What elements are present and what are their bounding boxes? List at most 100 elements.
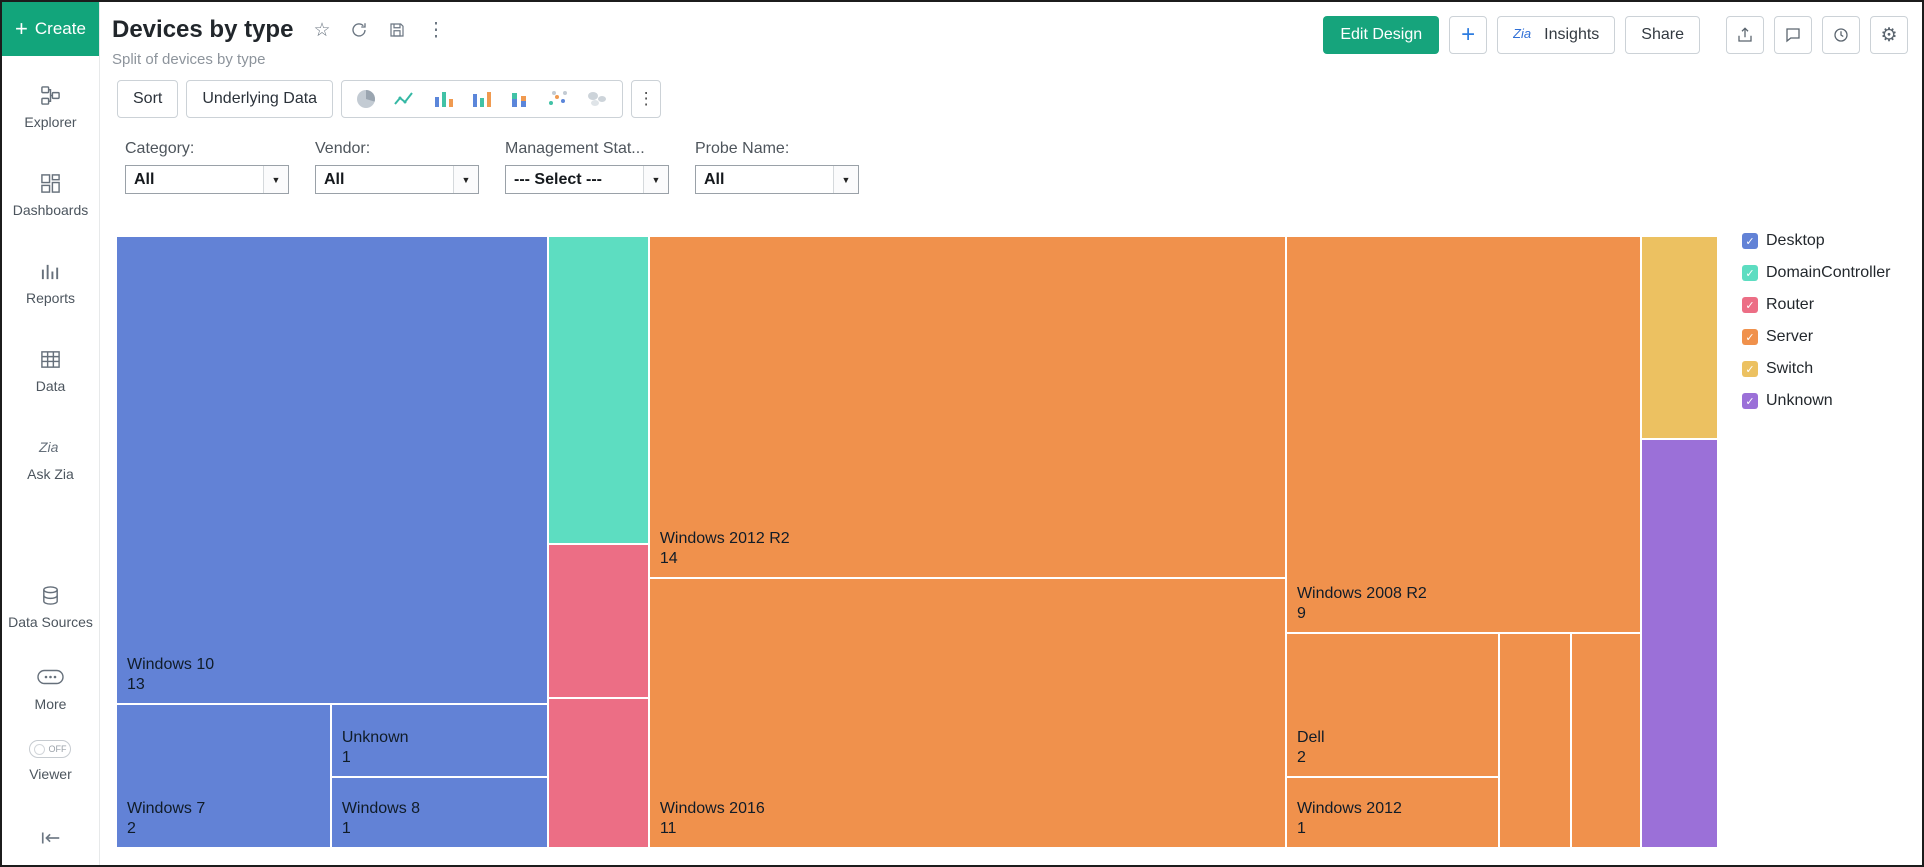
save-icon[interactable] <box>388 21 406 39</box>
collapse-sidebar-button[interactable] <box>40 827 62 849</box>
comments-button[interactable] <box>1774 16 1812 54</box>
clock-history-icon <box>1834 28 1848 42</box>
sidebar-item-data-sources[interactable]: Data Sources <box>8 584 93 632</box>
legend-label: Switch <box>1766 360 1814 377</box>
legend-checkbox[interactable]: ✓ <box>1742 233 1758 249</box>
stacked-bar-chart-icon[interactable] <box>509 89 531 109</box>
create-button-label: Create <box>34 19 86 38</box>
legend-item[interactable]: ✓ Unknown <box>1742 392 1920 410</box>
treemap-cell[interactable]: Windows 72 <box>116 704 331 848</box>
legend-checkbox[interactable]: ✓ <box>1742 265 1758 281</box>
chevron-down-icon: ▼ <box>833 166 858 193</box>
legend-item[interactable]: ✓ Desktop <box>1742 232 1920 250</box>
app-window: + Create Explorer Dashboards Reports Dat… <box>0 0 1924 867</box>
filter-category: Category: All ▼ <box>125 140 289 194</box>
refresh-icon[interactable] <box>350 21 368 39</box>
treemap-cell-label: Unknown 1 <box>341 728 409 766</box>
create-button[interactable]: + Create <box>2 2 99 56</box>
treemap-cell[interactable]: Dell 2 <box>1285 632 1500 777</box>
treemap-cell[interactable]: Windows 2008 R2 9 <box>1285 236 1641 633</box>
filter-label: Vendor: <box>315 140 371 157</box>
treemap-cell[interactable] <box>1640 236 1718 439</box>
treemap-cell[interactable]: Windows 2016 11 <box>648 577 1286 848</box>
sidebar-item-label: More <box>34 696 67 712</box>
filter-management-status: Management Stat... --- Select --- ▼ <box>505 140 669 194</box>
pie-chart-icon[interactable] <box>355 88 377 110</box>
settings-button[interactable]: ⚙ <box>1870 16 1908 54</box>
legend-checkbox[interactable]: ✓ <box>1742 329 1758 345</box>
insights-button[interactable]: Zia Insights <box>1497 16 1616 54</box>
more-options-kebab-icon[interactable]: ⋮ <box>426 21 445 40</box>
treemap-cell[interactable] <box>548 236 649 545</box>
select-value: All <box>134 170 155 188</box>
treemap-cell[interactable]: Windows 2012 R2 14 <box>648 236 1286 578</box>
legend-label: DomainController <box>1766 264 1891 281</box>
edit-design-button[interactable]: Edit Design <box>1323 16 1440 54</box>
insights-button-label: Insights <box>1544 26 1600 43</box>
sidebar-nav: Explorer Dashboards Reports Data Zia Ask… <box>2 56 99 865</box>
line-chart-icon[interactable] <box>393 89 417 109</box>
add-new-button[interactable]: + <box>1449 16 1488 54</box>
explorer-icon <box>40 84 61 106</box>
sort-button[interactable]: Sort <box>117 80 179 118</box>
sidebar-item-dashboards[interactable]: Dashboards <box>12 172 89 220</box>
treemap-cell[interactable]: Unknown 1 <box>330 704 549 777</box>
sidebar-item-ask-zia[interactable]: Zia Ask Zia <box>27 436 74 484</box>
legend-label: Router <box>1766 296 1815 313</box>
more-chart-types-kebab-icon[interactable]: ⋮ <box>631 80 662 118</box>
treemap-cell[interactable] <box>548 544 649 699</box>
legend-item[interactable]: ✓ Server <box>1742 328 1920 346</box>
sidebar-item-explorer[interactable]: Explorer <box>24 84 77 132</box>
report-header: Devices by type ☆ ⋮ Split of devices by … <box>100 2 1922 68</box>
sidebar-item-label: Dashboards <box>12 202 89 218</box>
probe-name-filter-select[interactable]: All ▼ <box>695 165 859 194</box>
vendor-filter-select[interactable]: All ▼ <box>315 165 479 194</box>
chevron-down-icon: ▼ <box>263 166 288 193</box>
filter-label: Probe Name: <box>695 140 790 157</box>
underlying-data-button[interactable]: Underlying Data <box>186 80 334 118</box>
history-button[interactable] <box>1822 16 1860 54</box>
treemap-cell[interactable] <box>1499 632 1571 848</box>
sidebar-item-data[interactable]: Data <box>36 348 65 396</box>
legend-item[interactable]: ✓ DomainController <box>1742 264 1920 282</box>
scatter-chart-icon[interactable] <box>547 89 569 109</box>
column-chart-icon[interactable] <box>471 89 493 109</box>
favorite-star-icon[interactable]: ☆ <box>313 21 330 40</box>
chart-toolbar: Sort Underlying Data ⋮ <box>117 80 1922 118</box>
viewer-toggle[interactable]: OFF <box>29 740 72 758</box>
legend-item[interactable]: ✓ Switch <box>1742 360 1920 378</box>
treemap-cell[interactable] <box>548 698 649 848</box>
filter-vendor: Vendor: All ▼ <box>315 140 479 194</box>
legend-label: Desktop <box>1766 232 1825 249</box>
sidebar-item-more[interactable]: More <box>34 666 67 714</box>
treemap-cell[interactable] <box>1570 632 1641 848</box>
chart-legend: ✓ Desktop ✓ DomainController ✓ Router ✓ Server ✓… <box>1742 232 1920 424</box>
management-status-filter-select[interactable]: --- Select --- ▼ <box>505 165 669 194</box>
legend-checkbox[interactable]: ✓ <box>1742 361 1758 377</box>
treemap-cell[interactable]: Windows 2012 1 <box>1285 776 1500 848</box>
category-filter-select[interactable]: All ▼ <box>125 165 289 194</box>
toggle-knob <box>34 743 46 755</box>
treemap-cell-label: Windows 2016 11 <box>659 799 765 837</box>
title-block: Devices by type ☆ ⋮ Split of devices by … <box>112 16 445 68</box>
map-chart-icon[interactable] <box>585 90 609 108</box>
bar-chart-icon[interactable] <box>433 89 455 109</box>
legend-checkbox[interactable]: ✓ <box>1742 393 1758 409</box>
plus-icon: + <box>1461 21 1476 48</box>
report-subtitle: Split of devices by type <box>112 51 266 68</box>
svg-text:Zia: Zia <box>1513 26 1531 41</box>
treemap-cell[interactable]: Windows 10 13 <box>116 236 549 705</box>
zia-icon: Zia <box>37 436 65 458</box>
treemap-cell[interactable] <box>1640 438 1718 848</box>
header-actions: Edit Design + Zia Insights Share ⚙ <box>1323 16 1908 54</box>
legend-label: Unknown <box>1766 392 1833 409</box>
sidebar-item-label: Data Sources <box>8 614 93 630</box>
export-button[interactable] <box>1726 16 1764 54</box>
legend-item[interactable]: ✓ Router <box>1742 296 1920 314</box>
chart-type-switcher <box>341 80 624 118</box>
sidebar-item-label: Ask Zia <box>27 466 74 482</box>
sidebar-item-reports[interactable]: Reports <box>26 260 75 308</box>
legend-checkbox[interactable]: ✓ <box>1742 297 1758 313</box>
share-button[interactable]: Share <box>1625 16 1700 54</box>
treemap-cell[interactable]: Windows 81 <box>330 776 549 848</box>
